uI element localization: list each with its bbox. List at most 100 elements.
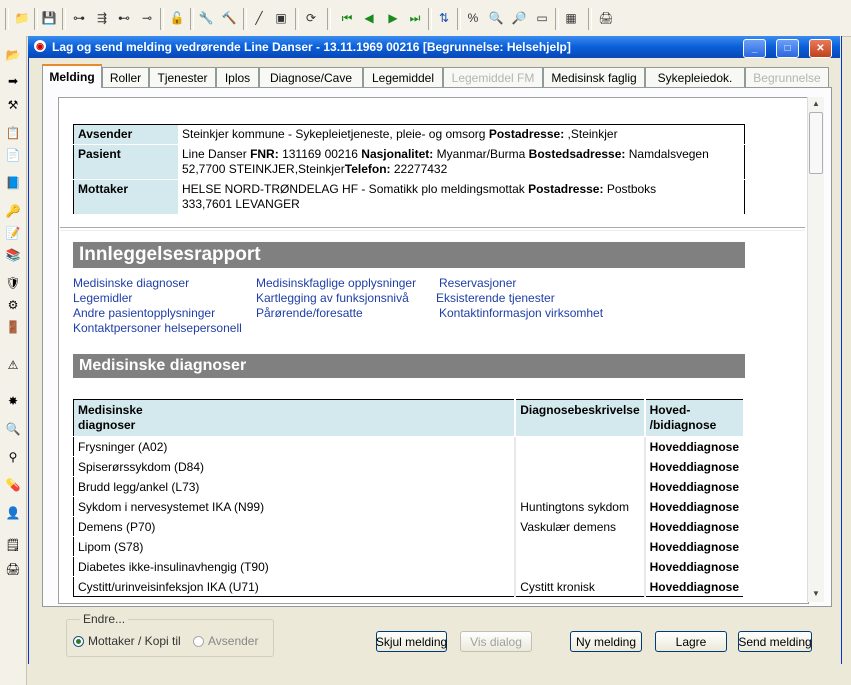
person-icon[interactable]: 👤 [4, 504, 22, 522]
description-cell: Huntingtons sykdom [515, 496, 646, 517]
sort-icon[interactable]: ⇅ [435, 9, 453, 27]
gear-icon[interactable]: ⚙ [4, 296, 22, 314]
ruler-icon[interactable]: ▭ [533, 9, 551, 27]
first-record-icon[interactable]: ⏮ [338, 9, 356, 27]
next-record-icon[interactable]: ▶ [384, 9, 402, 27]
scrollbar-thumb[interactable] [809, 112, 823, 174]
tab-melding[interactable]: Melding [42, 64, 102, 88]
type-cell: Hoveddiagnose [644, 436, 746, 457]
link-kontaktinformasjon[interactable]: Kontaktinformasjon virksomhet [439, 306, 603, 320]
forward-icon[interactable]: ➡ [4, 72, 22, 90]
tools-icon[interactable]: ⚒ [4, 96, 22, 114]
maximize-button[interactable]: □ [776, 39, 799, 58]
table-row: Diabetes ikke-insulinavhengig (T90) Hoved… [73, 556, 746, 577]
open-folder-icon[interactable]: 📁 [13, 9, 31, 27]
col-header-type-line2: /bidiagnose [649, 418, 717, 432]
link-medisinske-diagnoser[interactable]: Medisinske diagnoser [73, 276, 189, 290]
send-melding-button[interactable]: Send melding [738, 631, 812, 652]
link-kartlegging[interactable]: Kartlegging av funksjonsnivå [256, 291, 409, 305]
tab-roller[interactable]: Roller [102, 67, 149, 87]
radio-selected-icon[interactable] [73, 635, 84, 647]
toolbar-separator [327, 8, 331, 30]
radio-avsender[interactable]: Avsender [193, 634, 258, 648]
lagre-button[interactable]: Lagre [655, 631, 727, 652]
tree-add-icon[interactable]: ⇶ [93, 9, 111, 27]
exit-door-icon[interactable]: 🚪 [4, 318, 22, 336]
description-cell [515, 436, 646, 457]
scroll-down-icon[interactable]: ▼ [808, 587, 824, 601]
tab-medisinsk-faglig[interactable]: Medisinsk faglig [543, 67, 645, 87]
tab-begrunnelse: Begrunnelse [745, 67, 829, 87]
link-parorende[interactable]: Pårørende/foresatte [256, 306, 363, 320]
tab-tjenester[interactable]: Tjenester [149, 67, 216, 87]
warning-icon[interactable]: ⚠ [4, 356, 22, 374]
lock-icon[interactable]: 🔓 [168, 9, 186, 27]
calculator-icon[interactable]: ▦ [562, 9, 580, 27]
form-icon[interactable]: ▣ [272, 9, 290, 27]
zoom-out-icon[interactable]: 🔎 [510, 9, 528, 27]
left-sidebar: 📂 ➡ ⚒ 📋 📄 📘 🔑 📝 📚 🛡 ⚙ 🚪 ⚠ ✸ 🔍 ⚲ 💊 👤 🗒 🖨 [0, 36, 27, 685]
key-icon[interactable]: 🔑 [4, 202, 22, 220]
tree-move-icon[interactable]: ⊷ [115, 9, 133, 27]
diagnosis-cell: Demens (P70) [73, 516, 517, 537]
document-icon[interactable]: 📋 [4, 124, 22, 142]
tree-expand-icon[interactable]: ⊶ [70, 9, 88, 27]
radio-mottaker[interactable]: Mottaker / Kopi til [73, 634, 181, 648]
tab-sykepleiedok[interactable]: Sykepleiedok. [645, 67, 745, 87]
note-icon[interactable]: 🗒 [4, 536, 22, 554]
link-medisinskfaglige-opplysninger[interactable]: Medisinskfaglige opplysninger [256, 276, 416, 290]
tab-iplos[interactable]: Iplos [216, 67, 259, 87]
radio-unselected-icon[interactable] [193, 635, 204, 647]
link-andre-pasientopplysninger[interactable]: Andre pasientopplysninger [73, 306, 215, 320]
last-record-icon[interactable]: ⏭ [406, 9, 424, 27]
col-header-type-line1: Hoved- [649, 403, 691, 417]
notes-icon[interactable]: 📝 [4, 224, 22, 242]
link-eksisterende-tjenester[interactable]: Eksisterende tjenester [436, 291, 555, 305]
tab-legemiddel[interactable]: Legemiddel [363, 67, 443, 87]
diagnosis-cell: Lipom (S78) [73, 536, 517, 557]
tree-collapse-icon[interactable]: ⊸ [138, 9, 156, 27]
close-button[interactable]: ✕ [809, 39, 832, 58]
ny-melding-button[interactable]: Ny melding [570, 631, 642, 652]
link-legemidler[interactable]: Legemidler [73, 291, 132, 305]
book-icon[interactable]: 📘 [4, 174, 22, 192]
star-burst-icon[interactable]: ✸ [4, 392, 22, 410]
search-icon[interactable]: 🔍 [4, 420, 22, 438]
binoculars-icon[interactable]: ⚲ [4, 448, 22, 466]
pill-icon[interactable]: 💊 [4, 476, 22, 494]
diagnoses-section-title: Medisinske diagnoser [73, 354, 745, 378]
vis-dialog-button: Vis dialog [460, 631, 532, 652]
wrench-icon[interactable]: 🔨 [220, 9, 238, 27]
pen-icon[interactable]: ╱ [250, 9, 268, 27]
mottaker-name: HELSE NORD-TRØNDELAG HF - Somatikk plo m… [182, 182, 525, 196]
avsender-name: Steinkjer kommune - Sykepleietjeneste, p… [182, 127, 486, 141]
previous-record-icon[interactable]: ◀ [360, 9, 378, 27]
radio-avsender-label: Avsender [208, 634, 259, 648]
mottaker-postadresse: Postboks [606, 182, 657, 196]
pasient-value: Line Danser FNR: 131169 00216 Nasjonalit… [178, 145, 745, 180]
link-reservasjoner[interactable]: Reservasjoner [439, 276, 516, 290]
scroll-up-icon[interactable]: ▲ [808, 97, 824, 111]
printer-icon[interactable]: 🖨 [4, 560, 22, 578]
toolbar-separator [160, 8, 164, 30]
link-kontaktpersoner[interactable]: Kontaktpersoner helsepersonell [73, 321, 242, 335]
minimize-button[interactable]: _ [743, 39, 766, 58]
zoom-in-icon[interactable]: 🔍 [487, 9, 505, 27]
percent-icon[interactable]: % [464, 9, 482, 27]
refresh-icon[interactable]: ⟳ [302, 9, 320, 27]
open-folder-icon[interactable]: 📂 [4, 46, 22, 64]
skjul-melding-button[interactable]: Skjul melding [376, 631, 447, 652]
toolbar-separator [555, 8, 559, 30]
save-icon[interactable]: 💾 [40, 9, 58, 27]
tools-icon[interactable]: 🔧 [197, 9, 215, 27]
books-icon[interactable]: 📚 [4, 246, 22, 264]
print-icon[interactable]: 🖨 [597, 9, 615, 27]
type-cell: Hoveddiagnose [644, 536, 746, 557]
clipboard-icon[interactable]: 📄 [4, 146, 22, 164]
diagnosis-cell: Diabetes ikke-insulinavhengig (T90) [73, 556, 517, 577]
diagnosis-cell: Cystitt/urinveisinfeksjon IKA (U71) [73, 576, 517, 597]
pasient-row: Pasient Line Danser FNR: 131169 00216 Na… [73, 144, 745, 180]
tab-diagnose-cave[interactable]: Diagnose/Cave [259, 67, 363, 87]
shield-icon[interactable]: 🛡 [4, 274, 22, 292]
diagnosis-cell: Brudd legg/ankel (L73) [73, 476, 517, 497]
